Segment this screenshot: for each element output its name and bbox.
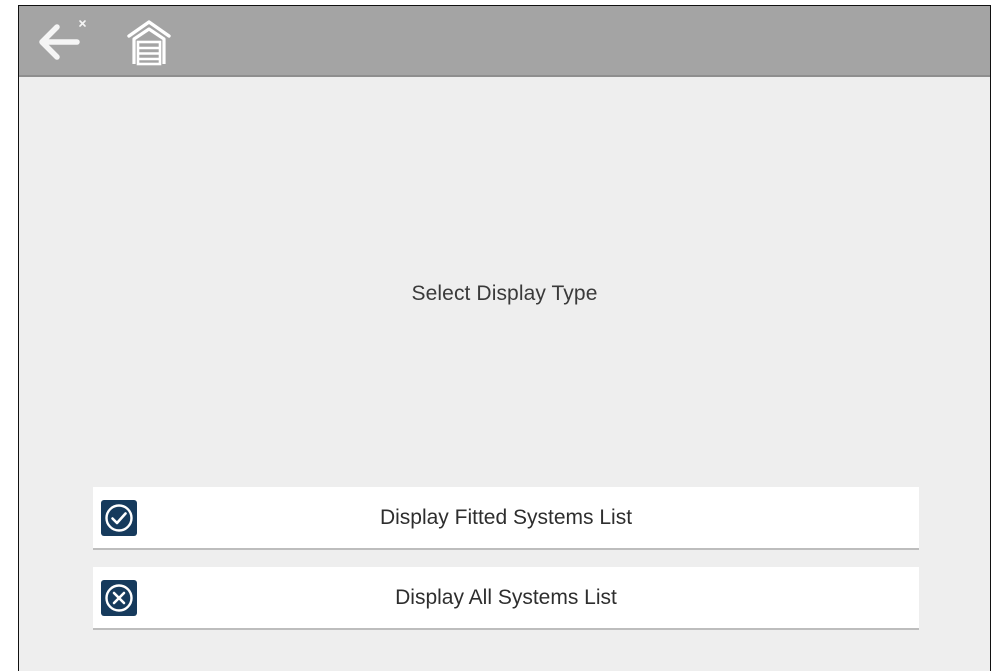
top-toolbar [19,6,990,77]
app-window: Select Display Type Display Fitted Syste… [18,5,991,671]
option-label: Display Fitted Systems List [379,506,633,529]
back-button[interactable] [33,16,89,66]
option-label: Display All Systems List [395,586,617,609]
back-arrow-icon [39,20,86,60]
display-fitted-systems-button[interactable]: Display Fitted Systems List [93,487,919,550]
display-all-systems-button[interactable]: Display All Systems List [93,567,919,630]
home-button[interactable] [125,17,173,67]
garage-home-icon [127,20,171,66]
page-prompt: Select Display Type [411,282,598,305]
